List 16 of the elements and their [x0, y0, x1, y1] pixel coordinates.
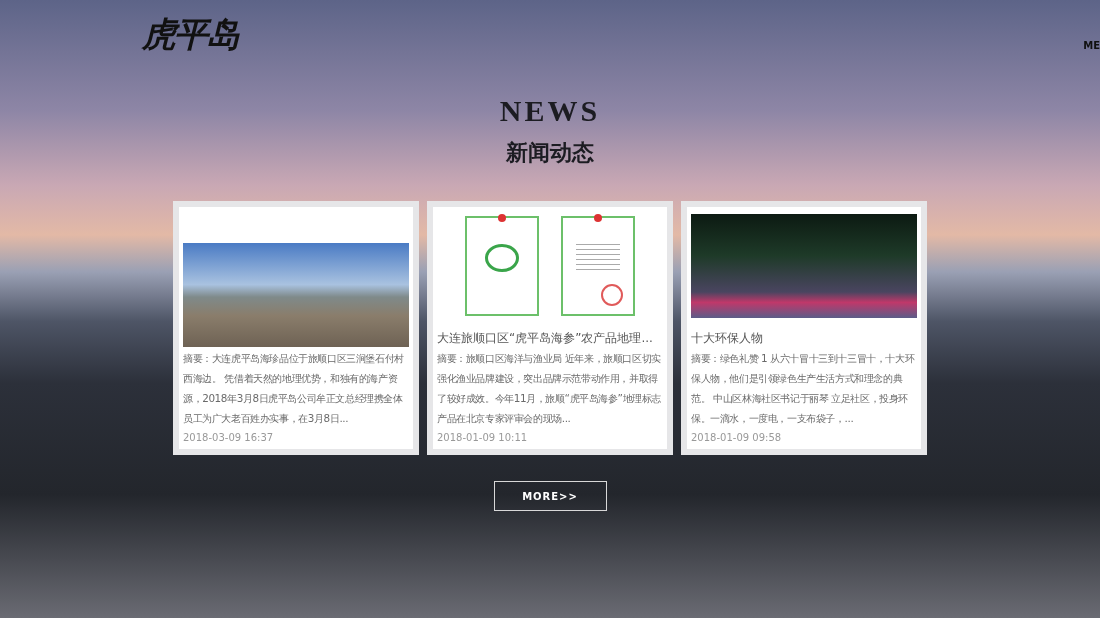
section-title: NEWS [498, 94, 602, 128]
news-summary: 摘要：大连虎平岛海珍品位于旅顺口区三涧堡石付村西海边。 凭借着天然的地理优势，和独有的海产资源，2018年3月8日虎平岛公司牟正文总经理携全体员工为广大老百姓办实事，在3月8日... [183, 351, 405, 426]
news-summary: 摘要：旅顺口区海洋与渔业局 近年来，旅顺口区切实强化渔业品牌建设，突出品牌示范带动作用，并取得了较好成效。今年11月，旅顺“虎平岛海参”地理标志产品在北京专家评审会的现场... [437, 351, 662, 426]
news-title: 十大环保人物 [691, 330, 764, 347]
news-date: 2018-01-09 09:58 [691, 432, 783, 445]
news-date: 2018-03-09 16:37 [183, 432, 275, 445]
section-subtitle: 新闻动态 [505, 139, 595, 167]
news-title: 大连旅顺口区“虎平岛海参”农产品地理... [437, 330, 654, 347]
news-date: 2018-01-09 10:11 [437, 432, 529, 445]
logo[interactable]: 虎平岛 [142, 12, 238, 58]
menu-link[interactable]: ME [1083, 40, 1100, 51]
more-button[interactable]: MORE>> [493, 481, 607, 511]
news-card[interactable]: 大连旅顺口区“虎平岛海参”农产品地理... 摘要：旅顺口区海洋与渔业局 近年来，旅顺口区切实强化渔业品牌建设，突出品牌示范带动作用，并取得了较好成效。今年11月，旅顺“虎平岛海参”地理标志产品在北京专家评审会的现场... 2018-01-09 10:11 [427, 201, 673, 455]
news-summary: 摘要：绿色礼赞 1 从六十冒十三到十三冒十，十大环保人物，他们是引领绿色生产生活方式和理念的典范。 中山区林海社区书记于丽琴 立足社区，投身环保。一滴水，一度电，一支布袋子，... [691, 351, 916, 426]
news-card[interactable]: 十大环保人物 摘要：绿色礼赞 1 从六十冒十三到十三冒十，十大环保人物，他们是引领绿色生产生活方式和理念的典范。 中山区林海社区书记于丽琴 立足社区，投身环保。一滴水，一度电，一支布袋子，... 2018-01-09 09:58 [681, 201, 927, 455]
news-card[interactable]: 摘要：大连虎平岛海珍品位于旅顺口区三涧堡石付村西海边。 凭借着天然的地理优势，和独有的海产资源，2018年3月8日虎平岛公司牟正文总经理携全体员工为广大老百姓办实事，在3月8日... 2018-03-09 16:37 [173, 201, 419, 455]
